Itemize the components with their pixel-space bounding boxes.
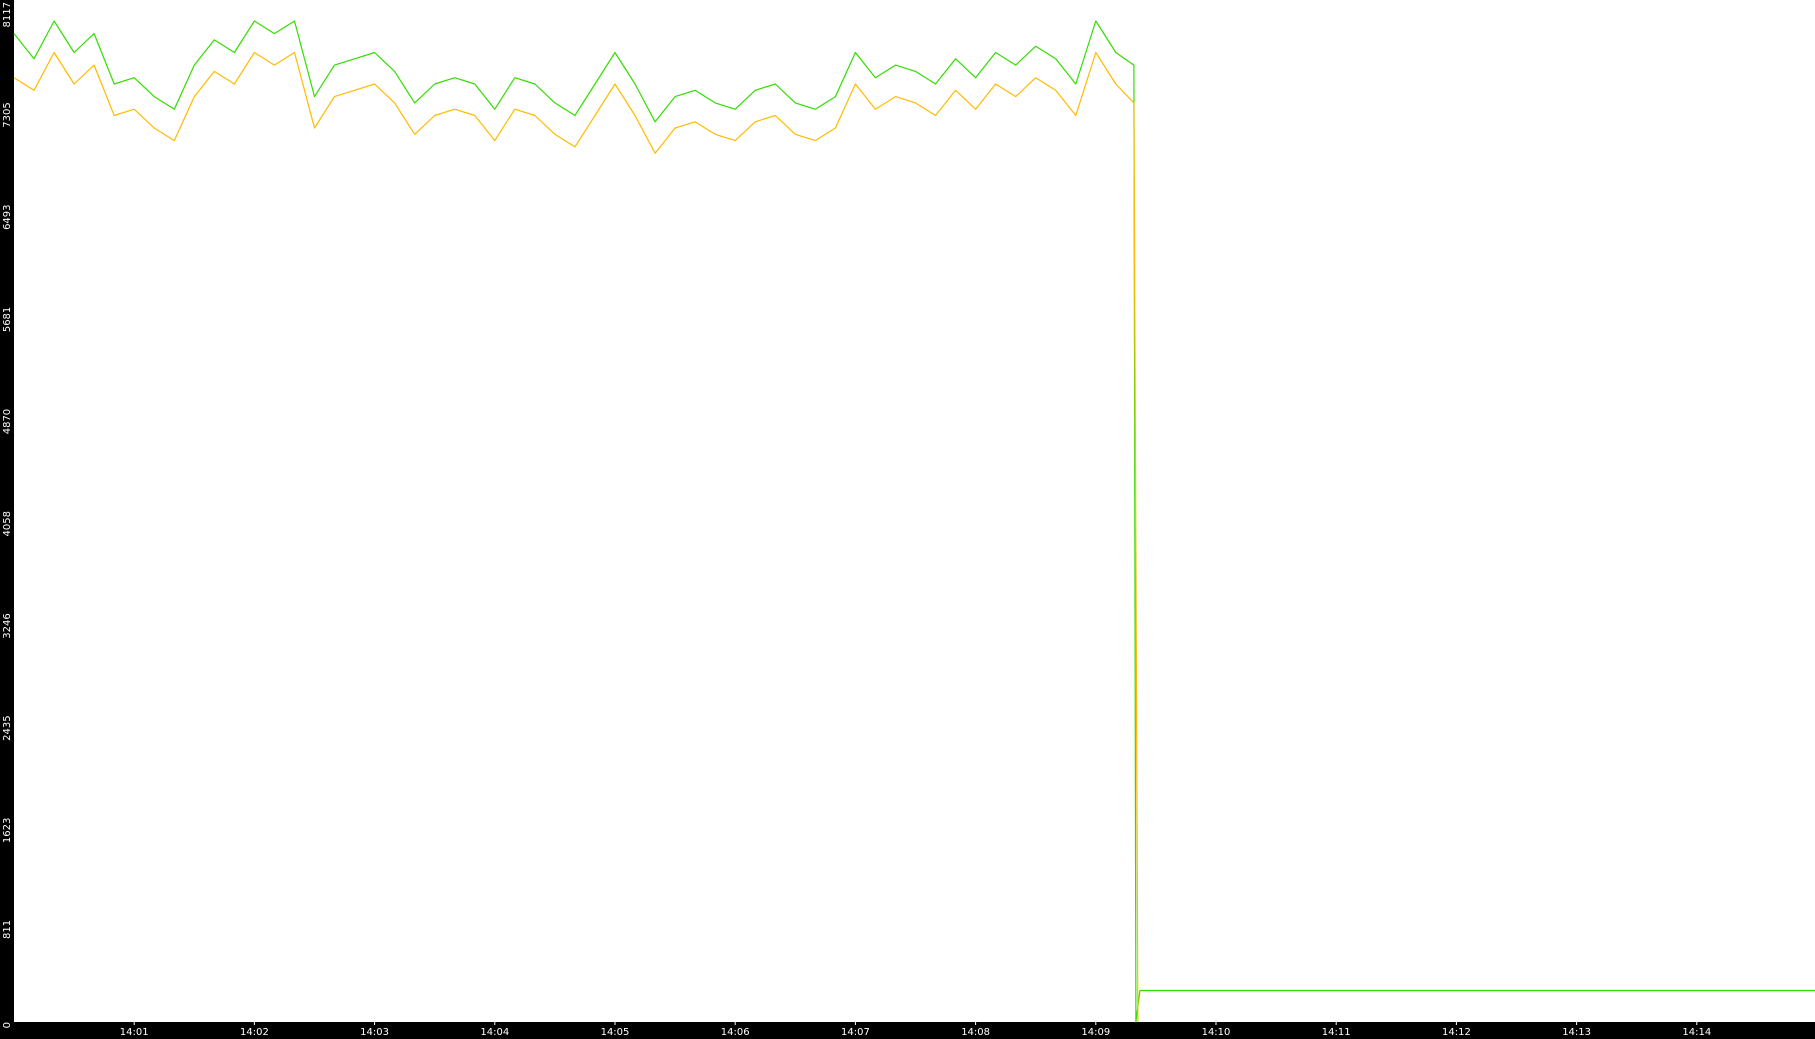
x-tick-label: 14:01 [120,1027,149,1038]
x-tick-label: 14:12 [1442,1027,1471,1038]
y-tick-label: 0 [2,1022,13,1028]
x-axis-band [0,1022,1815,1039]
x-tick-label: 14:02 [240,1027,269,1038]
chart-container: 0 811 1623 2435 3246 4058 4870 5681 6493 7305 8117… [0,0,1815,1039]
x-tick-label: 14:06 [721,1027,750,1038]
y-tick-label: 5681 [2,307,13,332]
y-tick-label: 8117 [2,2,13,27]
x-tick-label: 14:05 [601,1027,630,1038]
x-tick-label: 14:09 [1081,1027,1110,1038]
x-tick-label: 14:04 [480,1027,509,1038]
y-tick-label: 4058 [2,511,13,536]
y-tick-label: 1623 [2,818,13,843]
y-tick-label: 7305 [2,102,13,127]
x-tick-label: 14:07 [841,1027,870,1038]
x-tick-label: 14:08 [961,1027,990,1038]
chart-background [0,0,1815,1039]
y-tick-label: 811 [2,920,13,939]
x-tick-label: 14:14 [1682,1027,1711,1038]
x-tick-label: 14:10 [1202,1027,1231,1038]
y-tick-label: 6493 [2,204,13,229]
x-tick-label: 14:11 [1322,1027,1351,1038]
y-tick-label: 3246 [2,613,13,638]
y-tick-label: 2435 [2,715,13,740]
x-tick-label: 14:03 [360,1027,389,1038]
x-tick-label: 14:13 [1562,1027,1591,1038]
line-chart: 0 811 1623 2435 3246 4058 4870 5681 6493 7305 8117… [0,0,1815,1039]
y-tick-label: 4870 [2,409,13,434]
